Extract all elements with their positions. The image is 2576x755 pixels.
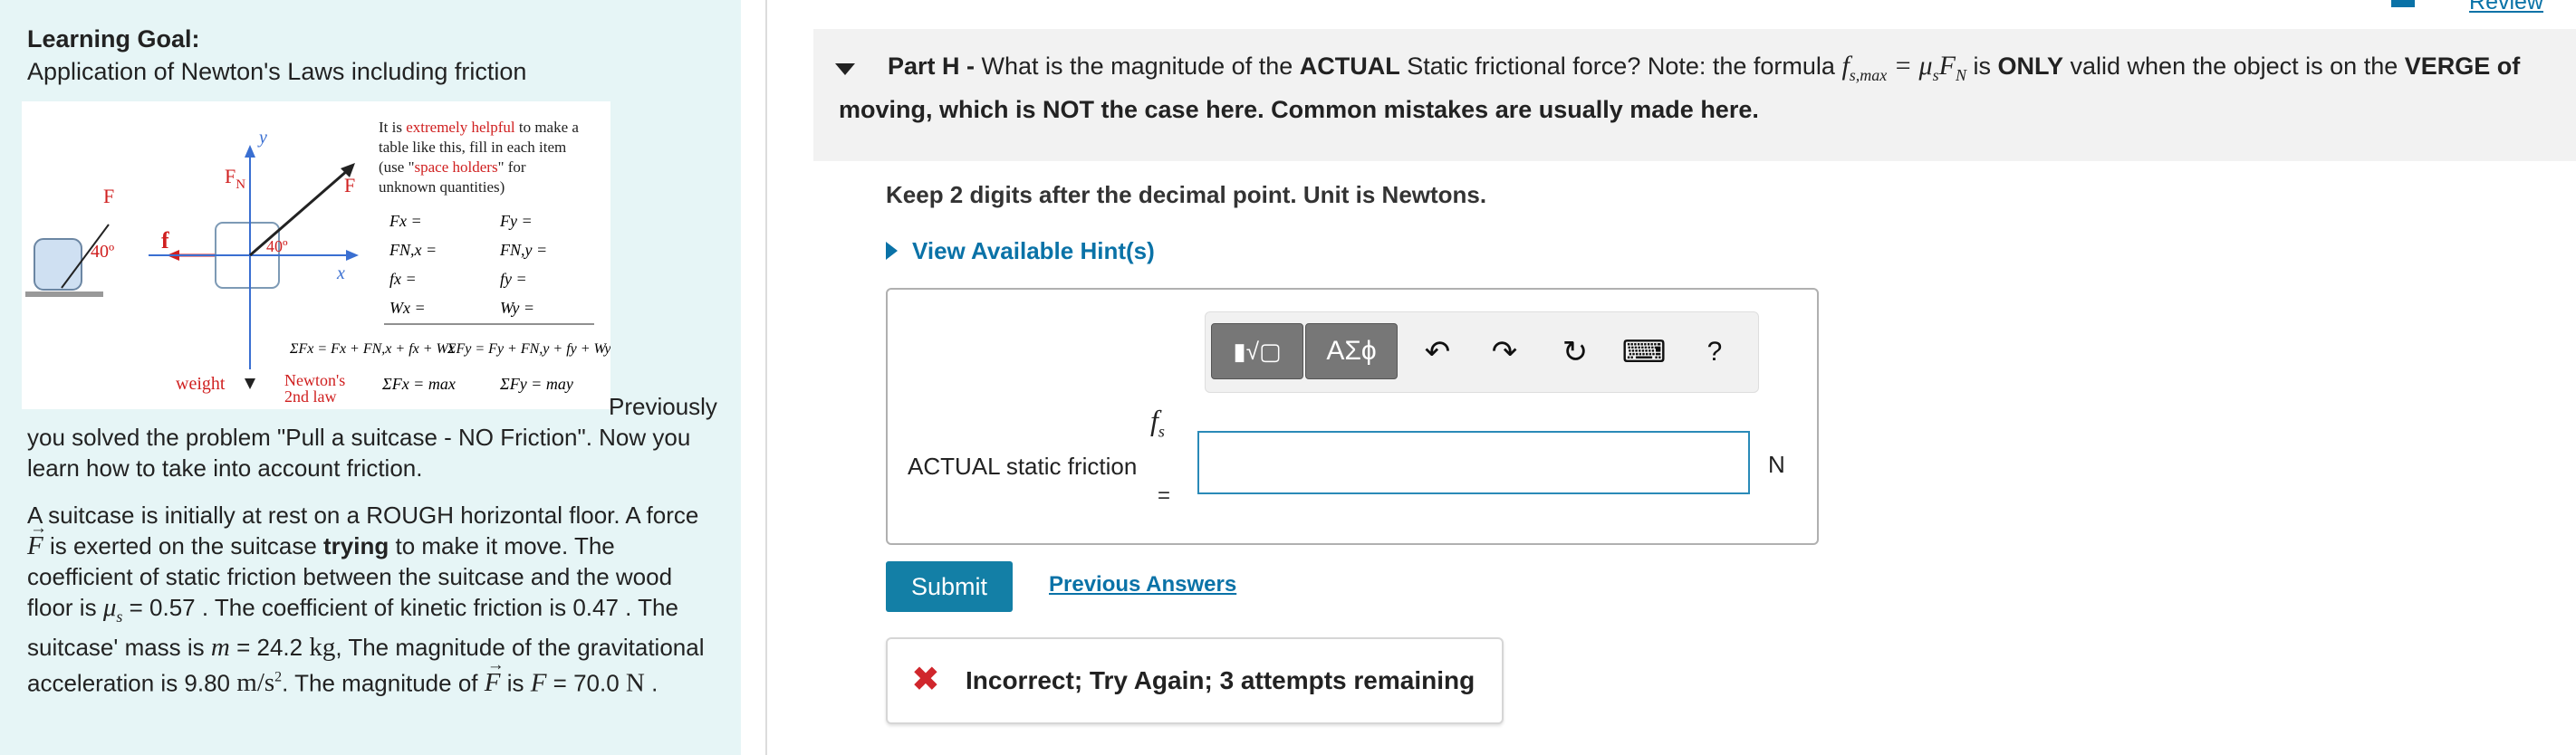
math-toolbar: ▮√▢ ΑΣϕ ↶ ↷ ↻ ⌨ ? [1205, 311, 1759, 393]
newton-y: ΣFy = may [499, 375, 573, 393]
table-cell: fx = [389, 270, 417, 288]
learning-goal-text: Application of Newton's Laws including f… [27, 58, 527, 85]
view-hints-link[interactable]: View Available Hint(s) [886, 237, 1155, 265]
force-vector-symbol: F [27, 513, 47, 561]
answer-variable-symbol: fs [1150, 404, 1165, 441]
table-cell: Fy = [499, 212, 533, 230]
answer-input[interactable] [1197, 431, 1750, 494]
normal-force-label: FN [225, 165, 245, 192]
table-cell: FN,y = [499, 241, 547, 259]
sum-x: ΣFx = Fx + FN,x + fx + Wx [289, 341, 455, 357]
tip-line-4: unknown quantities) [379, 178, 505, 196]
intro-text-start: Previously [609, 393, 717, 420]
static-friction-formula: fs,max = μsFN [1841, 51, 1966, 84]
answer-container: ▮√▢ ΑΣϕ ↶ ↷ ↻ ⌨ ? fs ACTUAL static frict… [886, 288, 1819, 545]
answer-instructions: Keep 2 digits after the decimal point. U… [886, 181, 1487, 208]
problem-statement: Previously you solved the problem "Pull … [27, 391, 717, 714]
feedback-box: ✖ Incorrect; Try Again; 3 attempts remai… [886, 637, 1504, 724]
tip-line-2: table like this, fill in each item [379, 139, 566, 156]
table-cell: Wy = [500, 299, 534, 317]
friction-label: f [161, 227, 169, 253]
x-axis-label: x [336, 263, 345, 283]
answer-unit: N [1768, 451, 1785, 478]
mass-value: = 24.2 [236, 633, 303, 661]
previous-answers-link[interactable]: Previous Answers [1049, 572, 1236, 597]
review-icon[interactable] [2391, 0, 2415, 7]
answer-equals: = [1158, 483, 1171, 508]
mu-s-value: = 0.57 [129, 594, 196, 621]
undo-icon[interactable]: ↶ [1419, 334, 1456, 370]
table-cell: Fx = [389, 212, 422, 230]
review-link[interactable]: Review [2469, 0, 2543, 15]
force-label-left: F [103, 185, 114, 207]
sum-y: ΣFy = Fy + FN,y + fy + Wy [447, 341, 610, 357]
table-cell: fy = [500, 270, 527, 288]
problem-text-a: A suitcase is initially at rest on a ROU… [27, 502, 699, 529]
angle-label-left: 40º [91, 242, 114, 262]
help-icon[interactable]: ? [1697, 334, 1733, 370]
problem-panel: Learning Goal: Application of Newton's L… [0, 0, 741, 755]
force-value: = 70.0 [553, 669, 620, 697]
templates-button[interactable]: ▮√▢ [1211, 323, 1303, 379]
reset-icon[interactable]: ↻ [1557, 334, 1593, 370]
answer-label: ACTUAL static friction [908, 453, 1138, 480]
newton-x: ΣFx = max [381, 375, 456, 393]
free-body-diagram: F 40º f y x FN F 40º weight It is extrem… [22, 101, 610, 409]
mu-s-symbol: μs [102, 593, 123, 626]
learning-goal-heading: Learning Goal: [27, 25, 200, 53]
part-h-header[interactable]: Part H - What is the magnitude of the AC… [813, 29, 2576, 161]
angle-label-right: 40º [266, 237, 288, 255]
intro-text: you solved the problem "Pull a suitcase … [27, 424, 691, 482]
applied-force-arrow [249, 168, 349, 257]
panel-divider [765, 0, 767, 755]
redo-icon[interactable]: ↷ [1486, 334, 1523, 370]
hint-caret-icon[interactable] [886, 242, 898, 260]
keyboard-icon[interactable]: ⌨ [1620, 334, 1668, 370]
y-axis-label: y [257, 128, 267, 148]
error-x-icon: ✖ [911, 661, 940, 699]
table-cell: FN,x = [389, 241, 437, 259]
symbols-button[interactable]: ΑΣϕ [1305, 323, 1398, 379]
table-cell: Wx = [389, 299, 426, 317]
part-h-question: Part H - What is the magnitude of the AC… [839, 51, 2521, 123]
tip-line-1: It is extremely helpful to make a [379, 119, 579, 136]
tip-line-3: (use "space holders" for [379, 158, 526, 176]
force-label-right: F [344, 174, 355, 196]
newton-label-1: Newton's [284, 371, 345, 389]
feedback-text: Incorrect; Try Again; 3 attempts remaini… [966, 666, 1475, 694]
submit-button[interactable]: Submit [886, 561, 1013, 612]
